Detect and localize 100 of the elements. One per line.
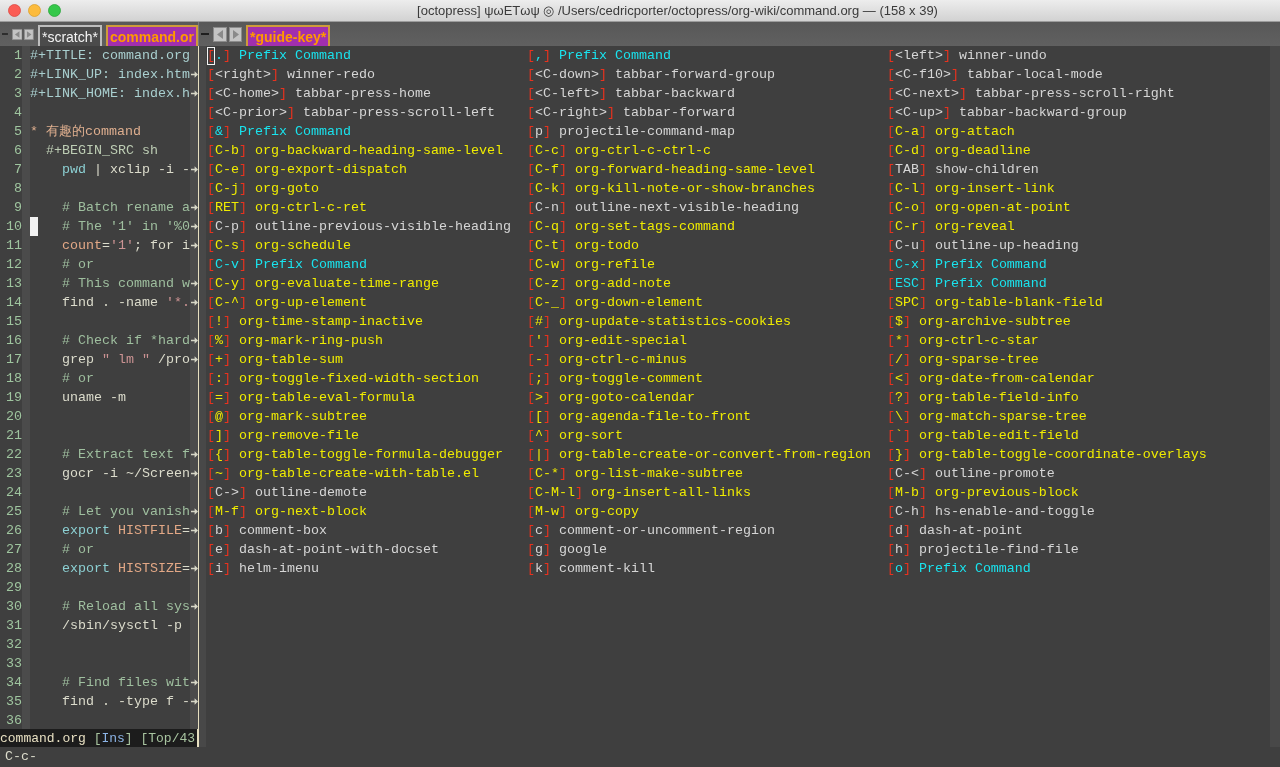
key-binding: [M-w] bbox=[526, 503, 567, 521]
key-binding: [#] bbox=[526, 313, 551, 331]
key-binding: [>] bbox=[526, 389, 551, 407]
command-name: Prefix Command bbox=[918, 560, 1031, 578]
command-name: org-date-from-calendar bbox=[918, 370, 1095, 388]
key-binding: [<] bbox=[886, 370, 911, 388]
line-number: 17 bbox=[5, 351, 22, 369]
code-line: export HISTSIZE= bbox=[61, 561, 190, 576]
key-binding: [ESC] bbox=[886, 275, 927, 293]
command-name: org-table-toggle-coordinate-overlays bbox=[918, 446, 1207, 464]
command-name: outline-promote bbox=[934, 465, 1055, 483]
tab[interactable]: command.or bbox=[106, 25, 198, 46]
code-line: #+TITLE: command.org bbox=[30, 48, 190, 63]
command-name: dash-at-point bbox=[918, 522, 1023, 540]
key-binding: [e] bbox=[207, 541, 231, 559]
line-number: 15 bbox=[5, 313, 22, 331]
key-binding: [~] bbox=[207, 465, 231, 483]
key-binding: [C-x] bbox=[886, 256, 927, 274]
tab[interactable]: *scratch* bbox=[37, 25, 102, 46]
command-name: org-add-note bbox=[574, 275, 671, 293]
code-line: # or bbox=[61, 542, 94, 557]
line-number: 18 bbox=[5, 370, 22, 388]
command-name: comment-kill bbox=[558, 560, 655, 578]
command-name: org-goto-calendar bbox=[558, 389, 695, 407]
command-name: org-mark-ring-push bbox=[239, 332, 383, 350]
key-binding: [C-y] bbox=[207, 275, 247, 293]
line-number: 4 bbox=[13, 104, 22, 122]
key-binding: [*] bbox=[886, 332, 911, 350]
command-name: org-mark-subtree bbox=[239, 408, 367, 426]
code-line: # Extract text f bbox=[61, 447, 190, 462]
line-number: 27 bbox=[5, 541, 22, 559]
key-binding: [C-<] bbox=[886, 465, 927, 483]
key-binding: [C-M-l] bbox=[526, 484, 583, 502]
command-name: projectile-find-file bbox=[918, 541, 1079, 559]
code-line: # or bbox=[61, 371, 94, 386]
command-name: org-remove-file bbox=[239, 427, 359, 445]
command-name: tabbar-press-scroll-right bbox=[974, 85, 1175, 103]
code-line: * 有趣的command bbox=[30, 124, 141, 139]
line-number: 28 bbox=[5, 560, 22, 578]
key-binding: [:] bbox=[207, 370, 231, 388]
code-line: gocr -i ~/Screen bbox=[61, 466, 190, 481]
line-number: 9 bbox=[13, 199, 22, 217]
command-name: tabbar-forward bbox=[622, 104, 735, 122]
command-name: outline-next-visible-heading bbox=[574, 199, 799, 217]
maximize-icon[interactable] bbox=[48, 4, 61, 17]
command-name: winner-redo bbox=[287, 66, 375, 84]
key-binding: [-] bbox=[526, 351, 551, 369]
line-number: 7 bbox=[13, 161, 22, 179]
key-binding: [C-c] bbox=[526, 142, 567, 160]
close-icon[interactable] bbox=[8, 4, 21, 17]
command-name: tabbar-local-mode bbox=[966, 66, 1103, 84]
key-binding: [C-s] bbox=[207, 237, 247, 255]
code-line: uname -m bbox=[61, 390, 126, 405]
command-name: org-todo bbox=[574, 237, 639, 255]
command-name: tabbar-press-scroll-left bbox=[303, 104, 495, 122]
key-binding: [M-b] bbox=[886, 484, 927, 502]
code-line: find . -type f - bbox=[61, 694, 190, 709]
line-number: 5 bbox=[13, 123, 22, 141]
command-name: org-copy bbox=[574, 503, 639, 521]
command-name: org-sort bbox=[558, 427, 623, 445]
tab[interactable]: *guide-key* bbox=[246, 25, 331, 46]
command-name: Prefix Command bbox=[558, 47, 671, 65]
key-binding: [!] bbox=[207, 313, 231, 331]
command-name: org-archive-subtree bbox=[918, 313, 1071, 331]
command-name: org-match-sparse-tree bbox=[918, 408, 1087, 426]
key-binding: [C-k] bbox=[526, 180, 567, 198]
minimize-icon[interactable] bbox=[28, 4, 41, 17]
key-binding: [o] bbox=[886, 560, 911, 578]
command-name: tabbar-forward-group bbox=[614, 66, 775, 84]
command-name: winner-undo bbox=[958, 47, 1047, 65]
code-line: # Let you vanish bbox=[61, 504, 190, 519]
key-binding: [c] bbox=[526, 522, 551, 540]
command-name: org-up-element bbox=[255, 294, 367, 312]
line-number: 13 bbox=[5, 275, 22, 293]
command-name: Prefix Command bbox=[934, 275, 1047, 293]
key-binding: [C-*] bbox=[526, 465, 567, 483]
key-binding: [[] bbox=[526, 408, 551, 426]
command-name: projectile-command-map bbox=[558, 123, 735, 141]
command-name: org-open-at-point bbox=[934, 199, 1071, 217]
code-line: # This command w bbox=[61, 276, 190, 291]
command-name: org-list-make-subtree bbox=[574, 465, 743, 483]
line-number: 36 bbox=[5, 712, 22, 729]
command-name: hs-enable-and-toggle bbox=[934, 503, 1095, 521]
key-binding: [<C-up>] bbox=[886, 104, 951, 122]
key-binding: [,] bbox=[526, 47, 551, 65]
key-binding: [;] bbox=[526, 370, 551, 388]
command-name: org-refile bbox=[574, 256, 655, 274]
key-binding: [M-f] bbox=[207, 503, 247, 521]
command-name: Prefix Command bbox=[255, 256, 367, 274]
command-name: org-update-statistics-cookies bbox=[558, 313, 791, 331]
line-number: 8 bbox=[13, 180, 22, 198]
key-binding: [C-n] bbox=[526, 199, 567, 217]
line-number: 30 bbox=[5, 598, 22, 616]
code-line: pwd | xclip -i - bbox=[61, 162, 190, 177]
command-name: org-schedule bbox=[255, 237, 351, 255]
key-binding: [<C-down>] bbox=[526, 66, 607, 84]
line-number: 6 bbox=[13, 142, 22, 160]
key-binding: [@] bbox=[207, 408, 231, 426]
command-name: org-insert-all-links bbox=[590, 484, 751, 502]
code-line: # The '1' in '%0 bbox=[61, 219, 190, 234]
